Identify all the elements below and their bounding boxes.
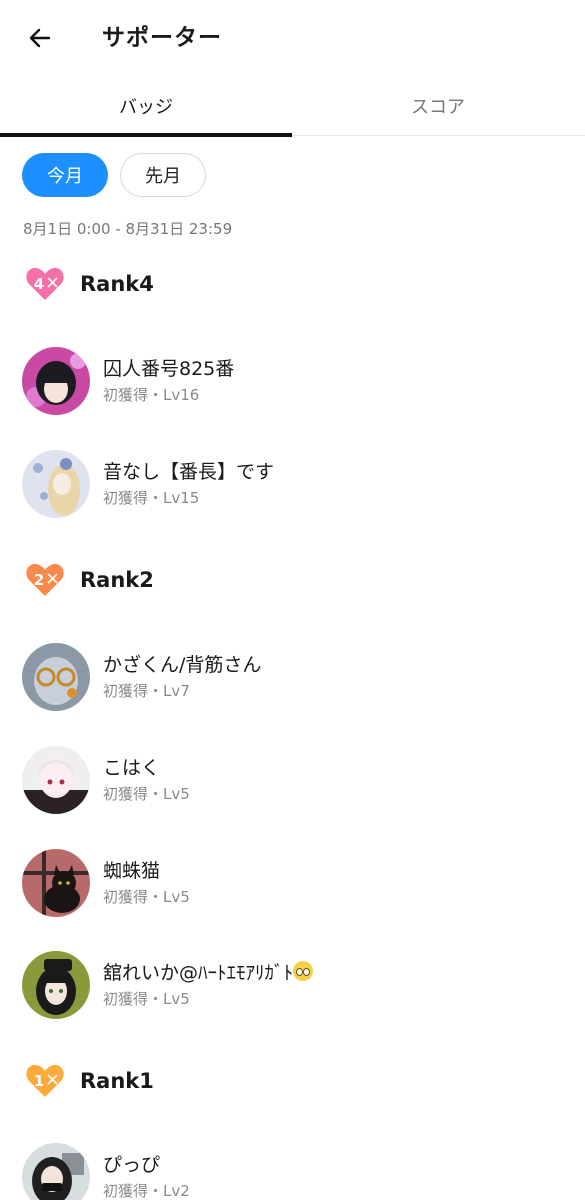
page-title: サポーター bbox=[102, 25, 222, 51]
supporter-level: 初獲得・Lv16 bbox=[103, 386, 200, 404]
heart-rank-badge-icon: 4 bbox=[26, 267, 64, 300]
supporter-name: かざくん/背筋さん bbox=[103, 654, 262, 676]
back-button[interactable] bbox=[22, 20, 58, 56]
badge-heart-shape bbox=[26, 267, 64, 300]
supporter-name-wrap: 舘れいか@ﾊｰﾄｴﾓｱﾘｶﾞﾄ bbox=[103, 960, 314, 986]
supporter-name: 蜘蛛猫 bbox=[103, 860, 161, 882]
period-filter: 今月 先月 bbox=[22, 153, 206, 197]
avatar bbox=[22, 1143, 90, 1200]
supporter-name: 音なし【番長】です bbox=[103, 461, 275, 483]
avatar bbox=[22, 746, 90, 814]
badge-number: 4 bbox=[34, 275, 44, 293]
tab-score[interactable]: スコア bbox=[292, 76, 584, 136]
arrow-left-icon bbox=[29, 28, 51, 48]
avatar bbox=[22, 347, 90, 415]
period-range: 8月1日 0:00 - 8月31日 23:59 bbox=[23, 220, 233, 238]
pleading-face-emoji-icon bbox=[293, 961, 314, 981]
badge-heart-shape bbox=[26, 563, 64, 596]
supporter-name: こはく bbox=[103, 757, 161, 779]
heart-rank-badge-icon: 2 bbox=[26, 563, 64, 596]
supporter-level: 初獲得・Lv5 bbox=[103, 990, 190, 1008]
rank-label: Rank1 bbox=[80, 1069, 154, 1093]
rank-label: Rank2 bbox=[80, 568, 154, 592]
supporter-level: 初獲得・Lv5 bbox=[103, 785, 190, 803]
rank-header-rank1: 1 Rank1 bbox=[24, 1061, 154, 1101]
this-month-chip[interactable]: 今月 bbox=[22, 153, 108, 197]
rank-header-rank2: 2 Rank2 bbox=[24, 560, 154, 600]
supporter-row[interactable]: ぴっぴ 初獲得・Lv2 bbox=[22, 1142, 562, 1200]
avatar bbox=[22, 951, 90, 1019]
supporter-row[interactable]: こはく 初獲得・Lv5 bbox=[22, 745, 562, 815]
app-header: サポーター bbox=[0, 0, 585, 76]
supporter-name: ぴっぴ bbox=[103, 1154, 161, 1176]
avatar bbox=[22, 643, 90, 711]
rank-label: Rank4 bbox=[80, 272, 154, 296]
supporter-row[interactable]: 蜘蛛猫 初獲得・Lv5 bbox=[22, 848, 562, 918]
tab-bar: バッジ スコア bbox=[0, 76, 585, 137]
tab-badges[interactable]: バッジ bbox=[0, 76, 292, 137]
heart-rank-badge-icon: 1 bbox=[26, 1064, 64, 1097]
supporter-row[interactable]: 舘れいか@ﾊｰﾄｴﾓｱﾘｶﾞﾄ 初獲得・Lv5 bbox=[22, 950, 562, 1020]
supporter-row[interactable]: 囚人番号825番 初獲得・Lv16 bbox=[22, 346, 562, 416]
badge-heart-shape bbox=[26, 1064, 64, 1097]
supporter-level: 初獲得・Lv15 bbox=[103, 489, 200, 507]
supporter-level: 初獲得・Lv2 bbox=[103, 1182, 190, 1200]
supporter-row[interactable]: 音なし【番長】です 初獲得・Lv15 bbox=[22, 449, 562, 519]
supporter-level: 初獲得・Lv5 bbox=[103, 888, 190, 906]
supporter-level: 初獲得・Lv7 bbox=[103, 682, 190, 700]
avatar bbox=[22, 450, 90, 518]
avatar bbox=[22, 849, 90, 917]
last-month-chip[interactable]: 先月 bbox=[120, 153, 206, 197]
rank-header-rank4: 4 Rank4 bbox=[24, 264, 154, 304]
supporter-name: 舘れいか@ﾊｰﾄｴﾓｱﾘｶﾞﾄ bbox=[103, 962, 294, 984]
badge-number: 2 bbox=[34, 571, 44, 589]
supporter-name: 囚人番号825番 bbox=[103, 358, 235, 380]
supporter-row[interactable]: かざくん/背筋さん 初獲得・Lv7 bbox=[22, 642, 562, 712]
badge-number: 1 bbox=[34, 1072, 44, 1090]
